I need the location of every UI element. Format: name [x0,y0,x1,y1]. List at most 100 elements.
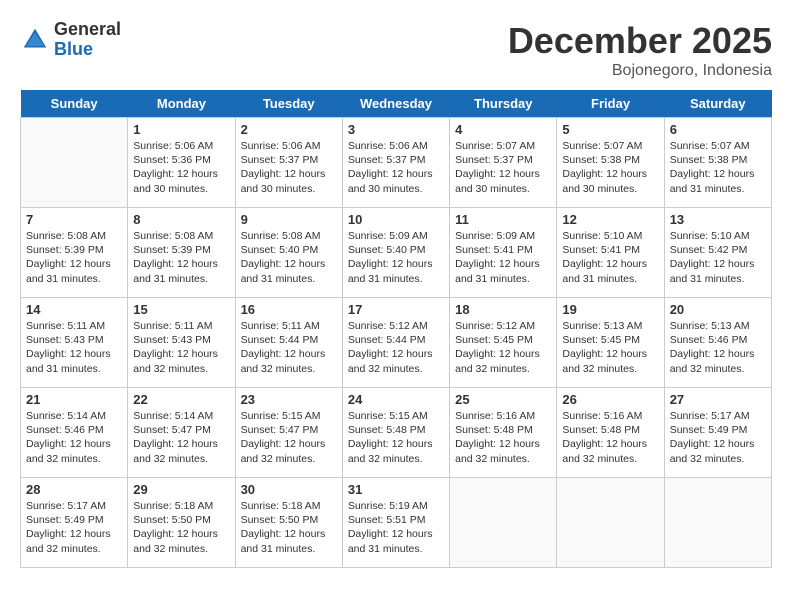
date-number: 27 [670,392,766,407]
calendar-cell: 24 Sunrise: 5:15 AMSunset: 5:48 PMDaylig… [342,388,449,478]
calendar-cell: 6 Sunrise: 5:07 AMSunset: 5:38 PMDayligh… [664,118,771,208]
date-number: 13 [670,212,766,227]
cell-details: Sunrise: 5:08 AMSunset: 5:39 PMDaylight:… [26,229,122,286]
cell-details: Sunrise: 5:16 AMSunset: 5:48 PMDaylight:… [455,409,551,466]
calendar-cell: 17 Sunrise: 5:12 AMSunset: 5:44 PMDaylig… [342,298,449,388]
calendar-cell: 14 Sunrise: 5:11 AMSunset: 5:43 PMDaylig… [21,298,128,388]
week-row-5: 28 Sunrise: 5:17 AMSunset: 5:49 PMDaylig… [21,478,772,568]
date-number: 24 [348,392,444,407]
calendar-cell: 30 Sunrise: 5:18 AMSunset: 5:50 PMDaylig… [235,478,342,568]
date-number: 9 [241,212,337,227]
date-number: 25 [455,392,551,407]
week-row-1: 1 Sunrise: 5:06 AMSunset: 5:36 PMDayligh… [21,118,772,208]
date-number: 26 [562,392,658,407]
calendar-cell [21,118,128,208]
calendar-cell: 9 Sunrise: 5:08 AMSunset: 5:40 PMDayligh… [235,208,342,298]
date-number: 18 [455,302,551,317]
calendar-cell: 12 Sunrise: 5:10 AMSunset: 5:41 PMDaylig… [557,208,664,298]
day-header-sunday: Sunday [21,90,128,118]
date-number: 31 [348,482,444,497]
date-number: 16 [241,302,337,317]
calendar-cell: 15 Sunrise: 5:11 AMSunset: 5:43 PMDaylig… [128,298,235,388]
calendar-cell: 1 Sunrise: 5:06 AMSunset: 5:36 PMDayligh… [128,118,235,208]
calendar-cell: 16 Sunrise: 5:11 AMSunset: 5:44 PMDaylig… [235,298,342,388]
cell-details: Sunrise: 5:08 AMSunset: 5:40 PMDaylight:… [241,229,337,286]
cell-details: Sunrise: 5:06 AMSunset: 5:36 PMDaylight:… [133,139,229,196]
cell-details: Sunrise: 5:19 AMSunset: 5:51 PMDaylight:… [348,499,444,556]
date-number: 1 [133,122,229,137]
cell-details: Sunrise: 5:13 AMSunset: 5:46 PMDaylight:… [670,319,766,376]
day-header-thursday: Thursday [450,90,557,118]
day-header-tuesday: Tuesday [235,90,342,118]
cell-details: Sunrise: 5:18 AMSunset: 5:50 PMDaylight:… [241,499,337,556]
header-row: SundayMondayTuesdayWednesdayThursdayFrid… [21,90,772,118]
cell-details: Sunrise: 5:15 AMSunset: 5:47 PMDaylight:… [241,409,337,466]
cell-details: Sunrise: 5:11 AMSunset: 5:44 PMDaylight:… [241,319,337,376]
date-number: 4 [455,122,551,137]
page-subtitle: Bojonegoro, Indonesia [508,62,772,80]
calendar-cell: 20 Sunrise: 5:13 AMSunset: 5:46 PMDaylig… [664,298,771,388]
calendar-cell: 25 Sunrise: 5:16 AMSunset: 5:48 PMDaylig… [450,388,557,478]
calendar-cell: 29 Sunrise: 5:18 AMSunset: 5:50 PMDaylig… [128,478,235,568]
date-number: 10 [348,212,444,227]
cell-details: Sunrise: 5:11 AMSunset: 5:43 PMDaylight:… [26,319,122,376]
date-number: 17 [348,302,444,317]
week-row-4: 21 Sunrise: 5:14 AMSunset: 5:46 PMDaylig… [21,388,772,478]
calendar-cell: 13 Sunrise: 5:10 AMSunset: 5:42 PMDaylig… [664,208,771,298]
calendar-cell: 31 Sunrise: 5:19 AMSunset: 5:51 PMDaylig… [342,478,449,568]
cell-details: Sunrise: 5:09 AMSunset: 5:41 PMDaylight:… [455,229,551,286]
calendar-cell: 2 Sunrise: 5:06 AMSunset: 5:37 PMDayligh… [235,118,342,208]
cell-details: Sunrise: 5:14 AMSunset: 5:47 PMDaylight:… [133,409,229,466]
calendar-cell: 7 Sunrise: 5:08 AMSunset: 5:39 PMDayligh… [21,208,128,298]
day-header-friday: Friday [557,90,664,118]
cell-details: Sunrise: 5:06 AMSunset: 5:37 PMDaylight:… [241,139,337,196]
week-row-2: 7 Sunrise: 5:08 AMSunset: 5:39 PMDayligh… [21,208,772,298]
calendar-cell [664,478,771,568]
page-title: December 2025 [508,20,772,62]
cell-details: Sunrise: 5:14 AMSunset: 5:46 PMDaylight:… [26,409,122,466]
logo-general-text: General [54,20,121,40]
date-number: 21 [26,392,122,407]
day-header-saturday: Saturday [664,90,771,118]
calendar-cell [450,478,557,568]
cell-details: Sunrise: 5:06 AMSunset: 5:37 PMDaylight:… [348,139,444,196]
logo-icon [20,25,50,55]
cell-details: Sunrise: 5:10 AMSunset: 5:42 PMDaylight:… [670,229,766,286]
date-number: 30 [241,482,337,497]
logo-text: General Blue [54,20,121,60]
cell-details: Sunrise: 5:18 AMSunset: 5:50 PMDaylight:… [133,499,229,556]
date-number: 8 [133,212,229,227]
date-number: 11 [455,212,551,227]
cell-details: Sunrise: 5:13 AMSunset: 5:45 PMDaylight:… [562,319,658,376]
cell-details: Sunrise: 5:12 AMSunset: 5:45 PMDaylight:… [455,319,551,376]
calendar-cell: 8 Sunrise: 5:08 AMSunset: 5:39 PMDayligh… [128,208,235,298]
calendar-cell: 27 Sunrise: 5:17 AMSunset: 5:49 PMDaylig… [664,388,771,478]
cell-details: Sunrise: 5:08 AMSunset: 5:39 PMDaylight:… [133,229,229,286]
page-header: General Blue December 2025 Bojonegoro, I… [20,20,772,80]
date-number: 23 [241,392,337,407]
calendar-cell: 18 Sunrise: 5:12 AMSunset: 5:45 PMDaylig… [450,298,557,388]
date-number: 12 [562,212,658,227]
cell-details: Sunrise: 5:10 AMSunset: 5:41 PMDaylight:… [562,229,658,286]
day-header-monday: Monday [128,90,235,118]
date-number: 19 [562,302,658,317]
calendar-cell: 11 Sunrise: 5:09 AMSunset: 5:41 PMDaylig… [450,208,557,298]
date-number: 22 [133,392,229,407]
day-header-wednesday: Wednesday [342,90,449,118]
cell-details: Sunrise: 5:17 AMSunset: 5:49 PMDaylight:… [26,499,122,556]
calendar-cell [557,478,664,568]
date-number: 20 [670,302,766,317]
date-number: 14 [26,302,122,317]
cell-details: Sunrise: 5:07 AMSunset: 5:37 PMDaylight:… [455,139,551,196]
date-number: 29 [133,482,229,497]
calendar-cell: 26 Sunrise: 5:16 AMSunset: 5:48 PMDaylig… [557,388,664,478]
date-number: 6 [670,122,766,137]
date-number: 2 [241,122,337,137]
date-number: 7 [26,212,122,227]
calendar-cell: 19 Sunrise: 5:13 AMSunset: 5:45 PMDaylig… [557,298,664,388]
cell-details: Sunrise: 5:07 AMSunset: 5:38 PMDaylight:… [562,139,658,196]
week-row-3: 14 Sunrise: 5:11 AMSunset: 5:43 PMDaylig… [21,298,772,388]
calendar-cell: 3 Sunrise: 5:06 AMSunset: 5:37 PMDayligh… [342,118,449,208]
calendar-cell: 23 Sunrise: 5:15 AMSunset: 5:47 PMDaylig… [235,388,342,478]
date-number: 3 [348,122,444,137]
